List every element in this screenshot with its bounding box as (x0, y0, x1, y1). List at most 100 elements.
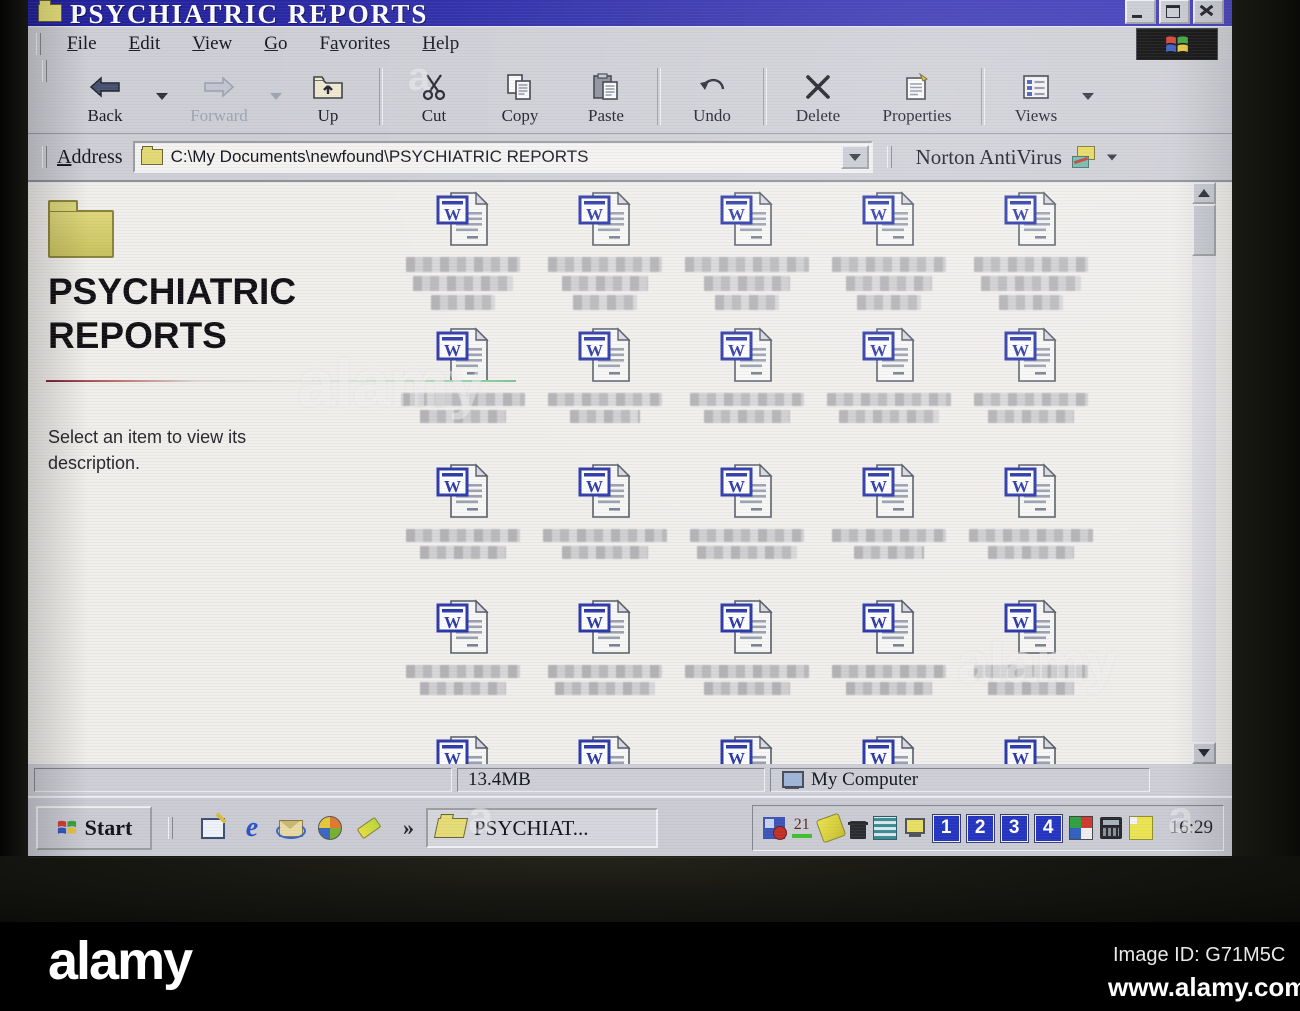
file-item[interactable]: W (534, 734, 676, 764)
rebar-grip[interactable] (886, 146, 892, 168)
norton-antivirus-band[interactable]: Norton AntiVirus (916, 145, 1118, 170)
views-button[interactable]: Views (993, 60, 1079, 133)
file-item[interactable]: W (392, 462, 534, 598)
forward-dropdown[interactable] (267, 60, 285, 133)
redacted-filename-line (999, 295, 1063, 310)
task-button-psychiatric[interactable]: PSYCHIAT... (426, 808, 658, 848)
menu-help[interactable]: Help (406, 31, 475, 57)
media-player-icon[interactable] (318, 816, 342, 840)
virtual-desktop-1[interactable]: 1 (931, 813, 961, 843)
word-document-icon: W (720, 190, 774, 253)
virtual-desktop-3[interactable]: 3 (999, 813, 1029, 843)
file-item[interactable]: W (960, 190, 1102, 326)
file-item[interactable]: W (960, 462, 1102, 598)
graphics-tray-icon[interactable] (1068, 816, 1093, 840)
arrow-down-icon (1198, 749, 1210, 757)
word-document-icon: W (436, 734, 490, 764)
taskbar: Start e » PSYCHIAT... 21 1 2 3 4 16:29 (28, 796, 1232, 858)
file-item[interactable]: W (818, 326, 960, 462)
file-item[interactable]: W (676, 598, 818, 734)
undo-button[interactable]: Undo (669, 60, 755, 133)
file-item[interactable]: W (676, 734, 818, 764)
redacted-filename-line (420, 682, 506, 695)
file-item[interactable]: W (534, 190, 676, 326)
msn-messenger-icon[interactable] (356, 816, 382, 840)
toolbar-label: Up (317, 106, 339, 125)
back-button[interactable]: Back (57, 60, 153, 133)
calculator-tray-icon[interactable] (1099, 817, 1122, 839)
paste-button[interactable]: Paste (563, 60, 649, 133)
scroll-down-button[interactable] (1192, 742, 1216, 764)
file-item[interactable]: W (818, 598, 960, 734)
redacted-filename-line (839, 410, 939, 423)
tray-badge-21[interactable]: 21 (791, 817, 812, 839)
cut-button[interactable]: Cut (391, 60, 477, 133)
network-tray-icon[interactable] (872, 816, 897, 840)
scroll-up-button[interactable] (1192, 182, 1216, 204)
redacted-filename-line (846, 682, 932, 695)
forward-button[interactable]: Forward (171, 60, 267, 133)
toolbar-separator (657, 68, 661, 125)
scrollbar-thumb[interactable] (1192, 204, 1216, 256)
rebar-grip[interactable] (36, 33, 41, 55)
file-item[interactable]: W (818, 734, 960, 764)
scheduler-tray-icon[interactable] (762, 817, 787, 840)
notes-tray-icon[interactable] (1128, 816, 1153, 840)
start-button[interactable]: Start (36, 806, 152, 850)
show-desktop-icon[interactable] (201, 816, 225, 840)
word-document-icon: W (436, 598, 490, 661)
file-item[interactable]: W (676, 326, 818, 462)
folder-title-line2: REPORTS (48, 315, 227, 356)
maximize-button[interactable] (1159, 0, 1190, 24)
menu-favorites[interactable]: Favorites (304, 31, 407, 57)
copy-button[interactable]: Copy (477, 60, 563, 133)
redacted-filename-line (573, 295, 637, 310)
close-button[interactable] (1193, 0, 1224, 24)
properties-button[interactable]: Properties (861, 60, 973, 133)
redacted-filename-line (431, 295, 495, 310)
status-bar: 13.4MB My Computer (28, 764, 1232, 796)
file-item[interactable]: W (392, 326, 534, 462)
address-dropdown-button[interactable] (840, 145, 869, 169)
menu-view[interactable]: View (176, 31, 248, 57)
redacted-filename-line (406, 665, 520, 678)
virtual-desktop-2[interactable]: 2 (965, 813, 995, 843)
up-button[interactable]: Up (285, 60, 371, 133)
chevron-down-icon (848, 153, 861, 161)
address-label-text: A (57, 145, 72, 168)
rebar-grip[interactable] (42, 146, 47, 168)
trash-tray-icon[interactable] (847, 821, 868, 839)
virtual-desktop-4[interactable]: 4 (1033, 813, 1063, 843)
file-item[interactable]: W (676, 462, 818, 598)
vertical-scrollbar[interactable] (1192, 182, 1216, 764)
file-item[interactable]: W (818, 190, 960, 326)
spark-tray-icon[interactable] (815, 812, 847, 844)
views-dropdown[interactable] (1079, 60, 1097, 133)
menu-file[interactable]: File (51, 31, 113, 57)
file-item[interactable]: W (534, 598, 676, 734)
delete-button[interactable]: Delete (775, 60, 861, 133)
outlook-express-icon[interactable] (276, 816, 306, 840)
file-item[interactable]: W (392, 598, 534, 734)
back-dropdown[interactable] (153, 60, 171, 133)
chevron-down-icon (270, 93, 282, 100)
address-input[interactable]: C:\My Documents\newfound\PSYCHIATRIC REP… (132, 141, 873, 173)
file-item[interactable]: W (534, 326, 676, 462)
file-item[interactable]: W (818, 462, 960, 598)
file-item[interactable]: W (960, 326, 1102, 462)
file-item[interactable]: W (392, 190, 534, 326)
menu-go[interactable]: Go (248, 31, 303, 57)
menu-edit[interactable]: Edit (113, 31, 177, 57)
rebar-grip[interactable] (42, 60, 47, 82)
file-item[interactable]: W (392, 734, 534, 764)
minimize-button[interactable] (1125, 0, 1156, 24)
file-item[interactable]: W (676, 190, 818, 326)
quick-launch-overflow-chevron[interactable]: » (399, 815, 418, 841)
display-tray-icon[interactable] (904, 817, 926, 839)
taskbar-grip[interactable] (168, 817, 173, 839)
file-item[interactable]: W (534, 462, 676, 598)
file-item[interactable]: W (960, 734, 1102, 764)
internet-explorer-icon[interactable]: e (240, 814, 264, 842)
toolbar-label: Delete (795, 106, 841, 125)
file-item[interactable]: W (960, 598, 1102, 734)
